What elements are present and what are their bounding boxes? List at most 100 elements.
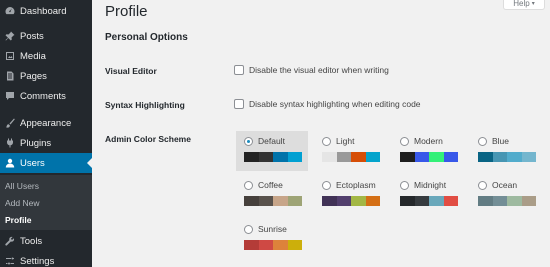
color-scheme-radio[interactable]	[244, 136, 253, 146]
color-swatch	[400, 152, 415, 162]
visual-editor-checkbox-label[interactable]: Disable the visual editor when writing	[249, 65, 389, 75]
color-scheme-radio[interactable]	[244, 180, 253, 190]
color-scheme-option-ocean[interactable]: Ocean	[470, 175, 542, 215]
color-scheme-radio[interactable]	[322, 180, 331, 190]
sidebar-item-label: Tools	[20, 235, 43, 247]
color-scheme-header[interactable]: Default	[244, 136, 285, 146]
color-swatch	[521, 152, 536, 162]
color-scheme-option-midnight[interactable]: Midnight	[392, 175, 464, 215]
visual-editor-checkbox[interactable]	[234, 65, 244, 75]
syntax-highlighting-checkbox-label[interactable]: Disable syntax highlighting when editing…	[249, 99, 421, 109]
color-swatches	[244, 196, 302, 206]
color-scheme-option-coffee[interactable]: Coffee	[236, 175, 308, 215]
color-swatch	[429, 152, 444, 162]
color-scheme-name[interactable]: Modern	[414, 136, 443, 146]
pin-icon	[0, 31, 20, 41]
active-indicator	[87, 158, 92, 168]
pages-icon	[0, 71, 20, 81]
color-swatch	[429, 196, 444, 206]
color-scheme-name[interactable]: Coffee	[258, 180, 283, 190]
color-swatch	[507, 196, 522, 206]
color-swatch	[322, 152, 337, 162]
color-scheme-header[interactable]: Modern	[400, 136, 443, 146]
color-scheme-header[interactable]: Light	[322, 136, 354, 146]
comment-icon	[0, 91, 20, 101]
color-scheme-radio[interactable]	[322, 136, 331, 146]
color-swatch	[478, 152, 493, 162]
submenu-item-add-new[interactable]: Add New	[5, 198, 40, 208]
sidebar-item-tools[interactable]: Tools	[0, 231, 92, 251]
sidebar-item-plugins[interactable]: Plugins	[0, 133, 92, 153]
plug-icon	[0, 138, 20, 148]
color-swatch	[336, 196, 351, 206]
color-swatch	[365, 196, 380, 206]
color-scheme-option-sunrise[interactable]: Sunrise	[236, 219, 308, 259]
sidebar-item-dashboard[interactable]: Dashboard	[0, 1, 92, 21]
submenu-item-all-users[interactable]: All Users	[5, 181, 39, 191]
color-scheme-name[interactable]: Ectoplasm	[336, 180, 376, 190]
color-swatch	[414, 196, 429, 206]
color-scheme-name[interactable]: Default	[258, 136, 285, 146]
color-swatches	[478, 196, 536, 206]
color-scheme-header[interactable]: Ectoplasm	[322, 180, 376, 190]
color-scheme-option-modern[interactable]: Modern	[392, 131, 464, 171]
color-swatch	[273, 240, 288, 250]
color-swatch	[273, 196, 288, 206]
color-swatch	[258, 152, 273, 162]
color-scheme-header[interactable]: Sunrise	[244, 224, 287, 234]
color-scheme-name[interactable]: Blue	[492, 136, 509, 146]
color-swatches	[322, 152, 380, 162]
color-swatch	[521, 196, 536, 206]
color-swatch	[244, 152, 259, 162]
syntax-highlighting-option[interactable]: Disable syntax highlighting when editing…	[234, 99, 421, 109]
color-scheme-radio[interactable]	[400, 180, 409, 190]
sidebar-item-pages[interactable]: Pages	[0, 66, 92, 86]
color-scheme-header[interactable]: Midnight	[400, 180, 446, 190]
color-swatches	[322, 196, 380, 206]
visual-editor-option[interactable]: Disable the visual editor when writing	[234, 65, 389, 75]
visual-editor-label: Visual Editor	[105, 66, 157, 76]
color-scheme-option-ectoplasm[interactable]: Ectoplasm	[314, 175, 386, 215]
sidebar-item-label: Users	[20, 157, 45, 169]
users-icon	[0, 158, 20, 168]
help-tab[interactable]: Help ▾	[503, 0, 545, 10]
color-swatch	[414, 152, 429, 162]
sidebar-item-appearance[interactable]: Appearance	[0, 113, 92, 133]
sidebar-item-settings[interactable]: Settings	[0, 251, 92, 267]
sidebar-item-comments[interactable]: Comments	[0, 86, 92, 106]
color-scheme-option-blue[interactable]: Blue	[470, 131, 542, 171]
color-scheme-name[interactable]: Sunrise	[258, 224, 287, 234]
admin-color-scheme-label: Admin Color Scheme	[105, 134, 191, 144]
syntax-highlighting-checkbox[interactable]	[234, 99, 244, 109]
color-scheme-radio[interactable]	[244, 224, 253, 234]
color-swatches	[244, 240, 302, 250]
color-scheme-header[interactable]: Ocean	[478, 180, 517, 190]
chevron-down-icon: ▾	[531, 1, 535, 7]
color-scheme-name[interactable]: Light	[336, 136, 354, 146]
color-scheme-option-default[interactable]: Default	[236, 131, 308, 171]
color-scheme-radio[interactable]	[400, 136, 409, 146]
color-scheme-name[interactable]: Ocean	[492, 180, 517, 190]
color-scheme-option-light[interactable]: Light	[314, 131, 386, 171]
color-swatch	[258, 196, 273, 206]
color-swatches	[244, 152, 302, 162]
color-swatches	[400, 152, 458, 162]
sidebar-item-users[interactable]: Users	[0, 153, 92, 173]
sidebar-item-posts[interactable]: Posts	[0, 26, 92, 46]
color-scheme-radio[interactable]	[478, 180, 487, 190]
admin-sidebar: Dashboard Posts Media Pages Comments App…	[0, 0, 92, 267]
color-scheme-header[interactable]: Coffee	[244, 180, 283, 190]
color-swatch	[336, 152, 351, 162]
color-swatch	[400, 196, 415, 206]
color-swatch	[351, 196, 366, 206]
color-scheme-name[interactable]: Midnight	[414, 180, 446, 190]
color-swatch	[287, 152, 302, 162]
color-swatch	[478, 196, 493, 206]
color-scheme-header[interactable]: Blue	[478, 136, 509, 146]
color-scheme-radio[interactable]	[478, 136, 487, 146]
color-swatch	[351, 152, 366, 162]
submenu-item-profile[interactable]: Profile	[5, 215, 31, 225]
sidebar-item-media[interactable]: Media	[0, 46, 92, 66]
color-swatch	[443, 152, 458, 162]
sidebar-item-label: Dashboard	[20, 5, 67, 17]
